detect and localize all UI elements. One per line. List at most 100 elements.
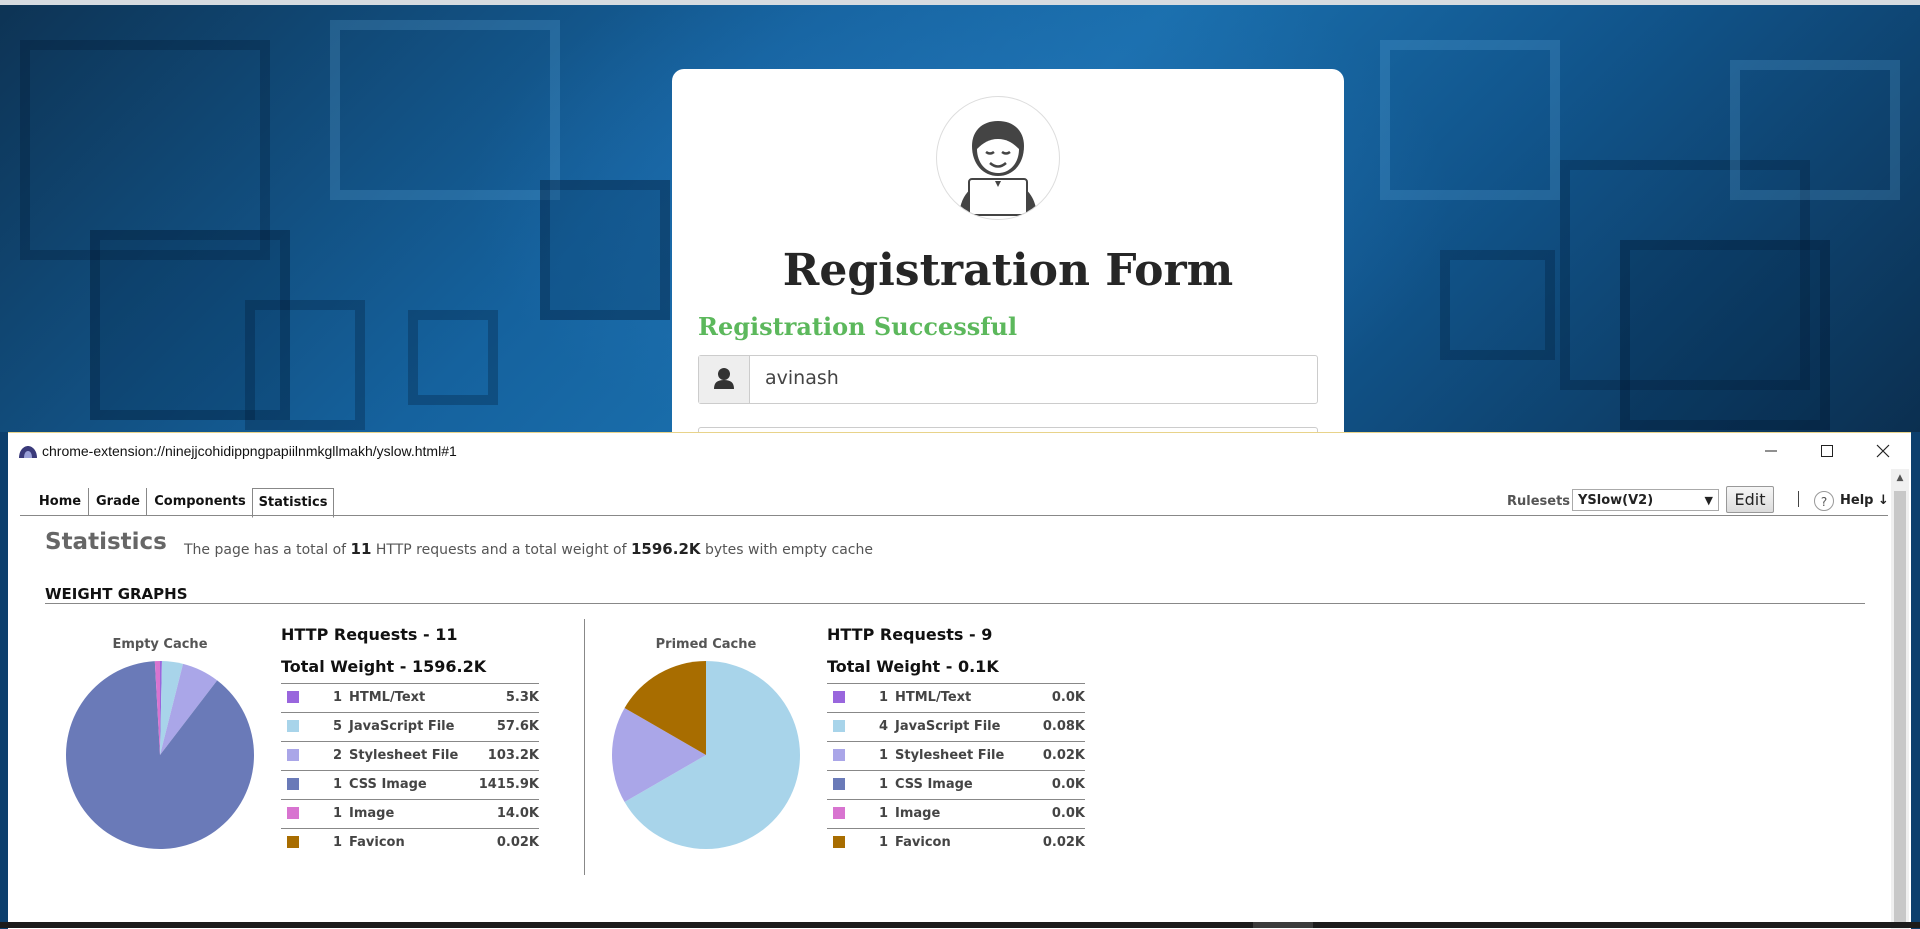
- primed-cache-caption: Primed Cache: [606, 637, 806, 652]
- tab-grade[interactable]: Grade: [88, 488, 147, 515]
- yslow-logo-icon: [18, 445, 38, 459]
- component-type: Favicon: [349, 835, 405, 850]
- weight-graphs-heading: WEIGHT GRAPHS: [45, 585, 188, 603]
- summary-text: The page has a total of: [184, 542, 346, 558]
- component-size: 0.08K: [1043, 719, 1085, 734]
- component-size: 0.0K: [1052, 777, 1085, 792]
- toolbar-separator: [1798, 491, 1799, 507]
- component-count: 1: [879, 748, 888, 763]
- table-row: 1HTML/Text0.0K: [827, 684, 1085, 713]
- empty-requests: HTTP Requests - 11: [281, 625, 458, 644]
- component-count: 2: [333, 748, 342, 763]
- bg-square: [1620, 240, 1830, 430]
- legend-swatch: [833, 807, 845, 819]
- component-count: 1: [333, 777, 342, 792]
- legend-swatch: [833, 778, 845, 790]
- close-icon: [1876, 444, 1890, 458]
- component-size: 0.02K: [1043, 748, 1085, 763]
- legend-swatch: [287, 807, 299, 819]
- registration-success-message: Registration Successful: [698, 312, 1017, 341]
- summary-weight: 1596.2K: [631, 540, 701, 558]
- legend-swatch: [287, 749, 299, 761]
- vertical-scrollbar[interactable]: ▲: [1891, 469, 1909, 929]
- summary-text: bytes with empty cache: [705, 542, 873, 558]
- component-count: 1: [333, 835, 342, 850]
- table-row: 2Stylesheet File103.2K: [281, 742, 539, 771]
- minimize-button[interactable]: [1743, 433, 1799, 469]
- table-row: 1 HTML/Text 5.3K: [281, 684, 539, 713]
- primed-cache-pie-chart: [610, 659, 802, 851]
- help-link[interactable]: Help ↓: [1840, 493, 1889, 508]
- component-size: 0.0K: [1052, 690, 1085, 705]
- summary-text: HTTP requests and a total weight of: [376, 542, 627, 558]
- taskbar: [0, 922, 1920, 928]
- edit-button[interactable]: Edit: [1726, 486, 1774, 513]
- component-type: CSS Image: [895, 777, 973, 792]
- component-type: Stylesheet File: [895, 748, 1004, 763]
- graphs-divider: [584, 619, 585, 875]
- empty-cache-pie-chart: [64, 659, 256, 851]
- component-size: 0.0K: [1052, 806, 1085, 821]
- minimize-icon: [1764, 444, 1778, 458]
- bg-square: [1730, 60, 1900, 200]
- background-page: Registration Form Registration Successfu…: [0, 0, 1920, 432]
- component-type: Image: [895, 806, 940, 821]
- component-count: 4: [879, 719, 888, 734]
- maximize-button[interactable]: [1799, 433, 1855, 469]
- component-type: JavaScript File: [895, 719, 1000, 734]
- legend-swatch: [833, 720, 845, 732]
- scroll-thumb[interactable]: [1894, 491, 1906, 925]
- summary-requests: 11: [351, 540, 372, 558]
- component-type: CSS Image: [349, 777, 427, 792]
- legend-swatch: [833, 749, 845, 761]
- legend-swatch: [833, 691, 845, 703]
- ruleset-selected: YSlow(V2): [1578, 493, 1653, 508]
- component-size: 0.02K: [1043, 835, 1085, 850]
- component-type: Favicon: [895, 835, 951, 850]
- user-laptop-icon: [937, 97, 1059, 219]
- stats-summary: The page has a total of 11 HTTP requests…: [184, 540, 873, 558]
- bg-square: [20, 40, 270, 260]
- component-count: 1: [333, 690, 342, 705]
- table-row: 5JavaScript File57.6K: [281, 713, 539, 742]
- browser-top-strip: [0, 0, 1920, 5]
- nav-underline: [20, 515, 1888, 516]
- ruleset-select[interactable]: YSlow(V2) ▼: [1572, 489, 1719, 511]
- component-size: 57.6K: [497, 719, 539, 734]
- tab-components[interactable]: Components: [146, 488, 253, 515]
- bg-square: [408, 310, 498, 405]
- maximize-icon: [1820, 444, 1834, 458]
- username-value[interactable]: avinash: [765, 367, 839, 389]
- component-type: JavaScript File: [349, 719, 454, 734]
- component-type: HTML/Text: [895, 690, 971, 705]
- component-count: 1: [879, 835, 888, 850]
- username-field[interactable]: avinash: [698, 355, 1318, 404]
- scroll-up-icon[interactable]: ▲: [1891, 473, 1909, 487]
- page-title: Statistics: [45, 529, 167, 555]
- bg-square: [245, 300, 365, 430]
- empty-cache-caption: Empty Cache: [60, 637, 260, 652]
- legend-swatch: [287, 720, 299, 732]
- table-row: 1CSS Image0.0K: [827, 771, 1085, 800]
- taskbar-item[interactable]: [1253, 922, 1313, 928]
- table-row: 1 Favicon 0.02K: [827, 829, 1085, 857]
- tab-statistics[interactable]: Statistics: [252, 488, 334, 518]
- help-icon[interactable]: ?: [1814, 491, 1834, 511]
- component-type: HTML/Text: [349, 690, 425, 705]
- rulesets-label: Rulesets: [1507, 494, 1570, 509]
- bg-square: [1380, 40, 1560, 200]
- registration-title: Registration Form: [672, 245, 1344, 296]
- yslow-window: chrome-extension://ninejjcohidippngpapii…: [8, 432, 1911, 929]
- component-count: 1: [879, 806, 888, 821]
- component-type: Stylesheet File: [349, 748, 458, 763]
- avatar: [936, 96, 1060, 220]
- empty-total-weight: Total Weight - 1596.2K: [281, 657, 486, 676]
- close-button[interactable]: [1855, 433, 1911, 469]
- dropdown-arrow-icon: ▼: [1705, 490, 1713, 512]
- table-row: 1CSS Image1415.9K: [281, 771, 539, 800]
- component-size: 5.3K: [506, 690, 539, 705]
- primed-requests: HTTP Requests - 9: [827, 625, 992, 644]
- tab-home[interactable]: Home: [32, 488, 88, 515]
- table-row: 4 JavaScript File 0.08K: [827, 713, 1085, 742]
- table-row: 1 Stylesheet File 0.02K: [827, 742, 1085, 771]
